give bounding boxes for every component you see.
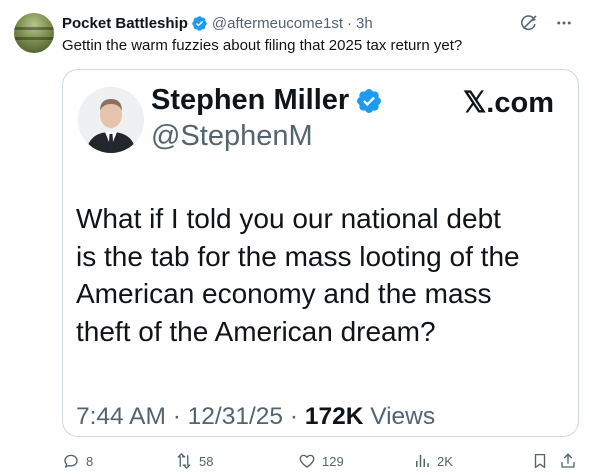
post-header: Pocket Battleship @aftermeucome1st · 3h bbox=[62, 13, 573, 33]
author-avatar[interactable] bbox=[14, 13, 54, 53]
reply-button[interactable]: 8 bbox=[62, 450, 93, 472]
like-button[interactable]: 129 bbox=[298, 450, 344, 472]
quoted-text-line: theft of the American dream? bbox=[76, 315, 436, 347]
quoted-author-name-text: Stephen Miller bbox=[151, 84, 350, 116]
grok-icon[interactable] bbox=[519, 13, 539, 33]
reply-count: 8 bbox=[86, 453, 94, 469]
quoted-tweet-text: What if I told you our national debt is … bbox=[76, 200, 576, 350]
post-media-image[interactable]: Stephen Miller @StephenM 𝕏.com What if I… bbox=[62, 69, 579, 437]
share-button[interactable] bbox=[559, 450, 577, 472]
avatar-detail bbox=[14, 27, 54, 30]
bookmark-button[interactable] bbox=[531, 450, 549, 472]
x-com-brand: 𝕏.com bbox=[462, 87, 554, 119]
views-button[interactable]: 2K bbox=[413, 450, 453, 472]
bookmark-icon bbox=[534, 453, 546, 469]
quoted-timestamp: 7:44 AM · 12/31/25 · bbox=[76, 403, 305, 430]
post-text: Gettin the warm fuzzies about filing tha… bbox=[62, 37, 463, 54]
separator-dot: · bbox=[347, 14, 352, 32]
quoted-text-line: What if I told you our national debt bbox=[76, 203, 501, 234]
author-display-name[interactable]: Pocket Battleship bbox=[62, 15, 188, 32]
quoted-views-count: 172K bbox=[304, 403, 364, 430]
avatar-detail bbox=[14, 37, 54, 40]
author-handle[interactable]: @aftermeucome1st bbox=[212, 15, 343, 32]
reply-icon bbox=[64, 454, 78, 468]
quoted-tweet-meta: 7:44 AM · 12/31/25 · 172K Views bbox=[76, 403, 435, 431]
repost-button[interactable]: 58 bbox=[175, 450, 213, 472]
quoted-text-line: American economy and the mass bbox=[76, 278, 492, 309]
heart-icon bbox=[299, 454, 315, 468]
quoted-verified-badge-icon bbox=[357, 88, 382, 113]
more-options-icon[interactable] bbox=[555, 14, 573, 32]
like-count: 129 bbox=[322, 453, 344, 469]
quoted-text-line: is the tab for the mass looting of the bbox=[76, 240, 520, 272]
views-count: 2K bbox=[437, 453, 453, 469]
quoted-views-label: Views bbox=[363, 403, 436, 430]
quoted-author-name: Stephen Miller bbox=[151, 84, 387, 117]
header-actions bbox=[519, 13, 573, 33]
quoted-author-handle: @StephenM bbox=[151, 120, 313, 152]
repost-count: 58 bbox=[199, 453, 214, 469]
share-icon bbox=[561, 453, 575, 468]
quoted-author-avatar bbox=[78, 87, 144, 153]
verified-badge-icon bbox=[192, 15, 207, 31]
views-chart-icon bbox=[416, 455, 429, 467]
post-action-bar: 8 58 129 2K bbox=[62, 450, 579, 472]
post-time[interactable]: 3h bbox=[356, 15, 373, 32]
repost-icon bbox=[177, 453, 191, 469]
